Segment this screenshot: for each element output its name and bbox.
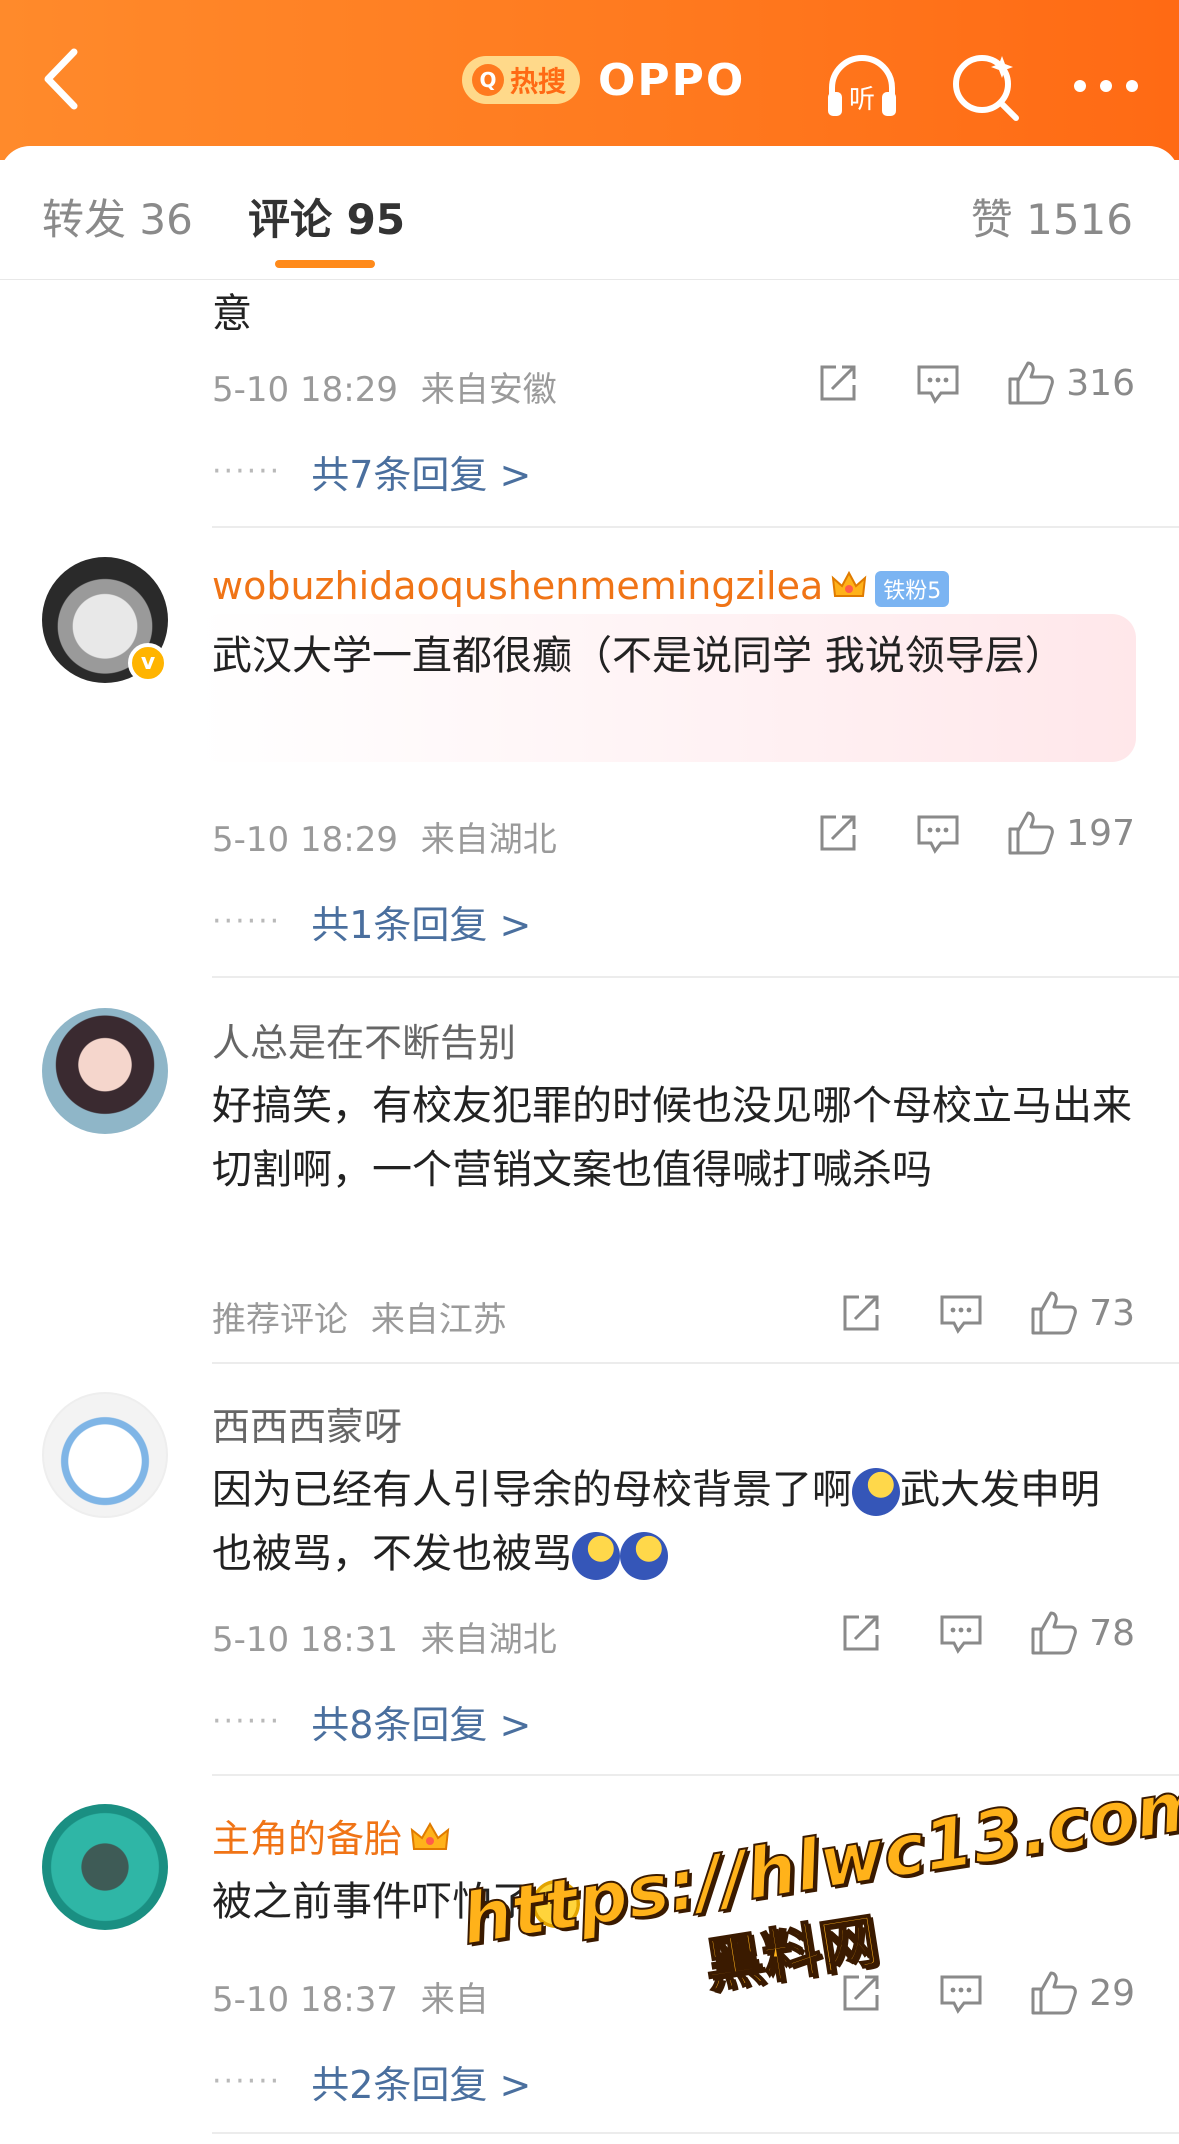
tab-repost[interactable]: 转发 36 [42,186,193,247]
more-icon [1074,80,1138,92]
comment-meta: 5-10 18:31 来自湖北 [212,1612,557,1661]
search-button[interactable] [944,44,1028,128]
thumbs-up-icon [1031,1291,1078,1335]
divider [212,1774,1179,1776]
comment-location: 来自湖北 [420,1620,557,1660]
comment-text: 好搞笑，有校友犯罪的时候也没见哪个母校立马出来切割啊，一个营销文案也值得喊打喊杀… [212,1083,1132,1193]
search-icon [953,55,1019,121]
reply-summary[interactable]: ······ 共8条回复 > [212,1694,531,1749]
share-icon [820,815,856,851]
comment-time: 5-10 18:37 [212,1980,398,2020]
username[interactable]: 西西西蒙呀 [212,1396,402,1451]
comment-button[interactable] [906,358,970,408]
like-count: 78 [1089,1612,1135,1654]
comment-tag: 推荐评论 [212,1300,348,1340]
reply-summary[interactable]: ······ 共1条回复 > [212,894,531,949]
hot-label: 热搜 [510,65,567,98]
listen-button[interactable]: 听 [820,44,904,128]
reply-link[interactable]: 共1条回复 > [311,894,531,949]
comment-button[interactable] [929,1608,993,1658]
emoji-icon [852,1468,900,1516]
active-tab-indicator [275,260,375,268]
top-bar: Q 热搜 OPPO 听 [0,0,1179,160]
comment-actions: 73 [793,1288,1135,1338]
divider [212,1362,1179,1364]
comment-text: 意 [212,291,252,337]
username[interactable]: 主角的备胎 [212,1808,450,1864]
crown-icon [831,567,867,611]
comment-location: 来自湖北 [420,820,557,860]
brand: Q 热搜 OPPO [462,52,745,108]
reply-summary[interactable]: ······ 共7条回复 > [212,444,531,499]
emoji-icon [620,1532,668,1580]
comment-button[interactable] [906,808,970,858]
thumbs-up-icon [1008,811,1055,855]
username[interactable]: 人总是在不断告别 [212,1012,516,1067]
hot-search-badge[interactable]: Q 热搜 [462,56,581,104]
share-icon [843,1615,879,1651]
username[interactable]: wobuzhidaoqushenmemingzilea 铁粉5 [212,564,950,611]
comment-meta: 5-10 18:29 来自湖北 [212,812,557,861]
fan-badge: 铁粉5 [875,570,950,607]
reply-summary[interactable]: ······ 共2条回复 > [212,2054,531,2109]
share-button[interactable] [806,358,870,408]
search-icon: Q [472,64,504,96]
thumbs-up-icon [1031,1611,1078,1655]
page-title: OPPO [598,54,746,106]
avatar[interactable] [42,1008,168,1134]
comment-icon [940,1295,982,1334]
thumbs-up-icon [1008,361,1055,405]
like-count: 197 [1066,812,1135,854]
like-button[interactable]: 316 [1006,359,1135,407]
share-button[interactable] [829,1608,893,1658]
comment-button[interactable] [929,1288,993,1338]
divider [212,976,1179,978]
share-button[interactable] [806,808,870,858]
avatar[interactable] [42,1392,168,1518]
comment-icon [940,1615,982,1654]
like-button[interactable]: 197 [1006,809,1135,857]
comment-actions: 197 [770,808,1135,858]
comment-time: 5-10 18:29 [212,370,398,410]
like-button[interactable]: 73 [1029,1289,1135,1337]
comment-actions: 316 [770,358,1135,408]
crown-icon [410,1820,450,1864]
tab-comment[interactable]: 评论 95 [248,186,405,247]
comment-meta: 5-10 18:37 来自 [212,1972,489,2021]
reply-link[interactable]: 共8条回复 > [311,1694,531,1749]
like-button[interactable]: 78 [1029,1609,1135,1657]
verified-badge: v [128,643,168,683]
avatar[interactable] [42,1804,168,1930]
divider [212,526,1179,528]
tab-like[interactable]: 赞 1516 [971,186,1133,247]
comment-icon [917,815,959,854]
share-button[interactable] [829,1288,893,1338]
share-icon [820,365,856,401]
comment-text: 因为已经有人引导余的母校背景了啊 武大发申明也被骂，不发也被骂 [212,1458,1139,1586]
headphones-icon: 听 [828,55,896,116]
comment-time: 5-10 18:31 [212,1620,398,1660]
emoji-icon [572,1532,620,1580]
reply-link[interactable]: 共7条回复 > [311,444,531,499]
divider [212,2132,1179,2134]
back-icon[interactable] [34,46,94,112]
comment-actions: 78 [793,1608,1135,1658]
svg-text:听: 听 [849,85,875,115]
like-count: 316 [1066,362,1135,404]
comment-location: 来自江苏 [370,1300,507,1340]
comment-meta: 推荐评论 来自江苏 [212,1292,507,1341]
like-count: 73 [1089,1292,1135,1334]
comment-time: 5-10 18:29 [212,820,398,860]
comment-icon [917,365,959,404]
share-icon [843,1295,879,1331]
comment-location: 来自安徽 [420,370,557,410]
comment-text: 武汉大学一直都很癫（不是说同学 我说领导层） [212,633,1065,679]
tab-bar: 转发 36 评论 95 赞 1516 [0,146,1179,280]
watermark: https://hlwc13.com 黑料网 [455,1761,1179,2078]
comment-meta: 5-10 18:29 来自安徽 [212,362,557,411]
more-button[interactable] [1064,44,1148,128]
